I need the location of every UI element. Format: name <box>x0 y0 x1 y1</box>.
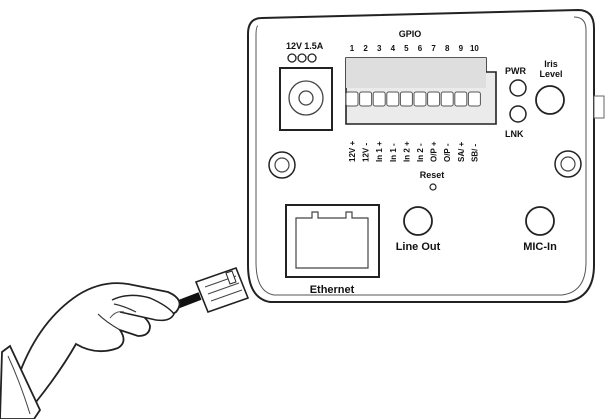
iris-label-line2: Level <box>539 69 562 79</box>
mic-in-label: MIC-In <box>523 241 557 253</box>
gpio-pin-label-4: In 1 - <box>389 143 398 162</box>
gpio-number-3: 3 <box>377 44 382 53</box>
gpio-pin-label-3: In 1 + <box>375 141 384 162</box>
rj45-plug <box>194 266 250 314</box>
iris-label-line1: Iris <box>544 59 558 69</box>
gpio-hole-7 <box>427 91 441 107</box>
gpio-hole-9 <box>454 91 468 107</box>
iris-knob <box>535 85 565 115</box>
ethernet-label: Ethernet <box>310 284 355 296</box>
gpio-number-9: 9 <box>459 44 464 53</box>
gpio-pin-label-2: 12V - <box>362 143 371 162</box>
gpio-hole-3 <box>372 91 386 107</box>
gpio-pin-label-7: O/P + <box>430 141 439 162</box>
power-label: 12V 1.5A <box>286 41 324 51</box>
pwr-led <box>509 79 527 97</box>
mounting-screw-left <box>268 151 296 179</box>
gpio-pin-label-9: SA/ + <box>457 141 466 162</box>
gpio-pin-label-1: 12V + <box>348 141 357 162</box>
reset-label: Reset <box>420 170 445 180</box>
gpio-pin-label-5: In 2 + <box>402 141 411 162</box>
gpio-hole-1 <box>345 91 359 107</box>
gpio-number-6: 6 <box>418 44 423 53</box>
hand-with-rj45-plug-illustration <box>0 266 250 419</box>
gpio-hole-6 <box>413 91 427 107</box>
gpio-number-8: 8 <box>445 44 450 53</box>
gpio-hole-2 <box>359 91 373 107</box>
lnk-label: LNK <box>505 129 524 139</box>
lnk-led <box>509 105 527 123</box>
gpio-hole-5 <box>399 91 413 107</box>
gpio-number-7: 7 <box>431 44 436 53</box>
gpio-hole-4 <box>386 91 400 107</box>
gpio-number-5: 5 <box>404 44 409 53</box>
gpio-pin-label-10: SB/ - <box>470 143 479 162</box>
gpio-number-4: 4 <box>391 44 396 53</box>
gpio-pin-label-8: O/P - <box>443 143 452 162</box>
mounting-screw-right <box>554 150 582 178</box>
gpio-number-10: 10 <box>470 44 479 53</box>
line-out-label: Line Out <box>396 241 441 253</box>
gpio-hole-8 <box>440 91 454 107</box>
pwr-label: PWR <box>505 66 526 76</box>
gpio-pin-label-6: In 2 - <box>416 143 425 162</box>
gpio-number-2: 2 <box>363 44 368 53</box>
camera-rear-panel-diagram: 12V 1.5A GPIO 1 2 3 4 5 6 7 8 9 10 12V + 12V - In 1… <box>0 8 605 419</box>
gpio-hole-10 <box>467 91 481 107</box>
gpio-title: GPIO <box>399 29 422 39</box>
gpio-number-1: 1 <box>350 44 355 53</box>
